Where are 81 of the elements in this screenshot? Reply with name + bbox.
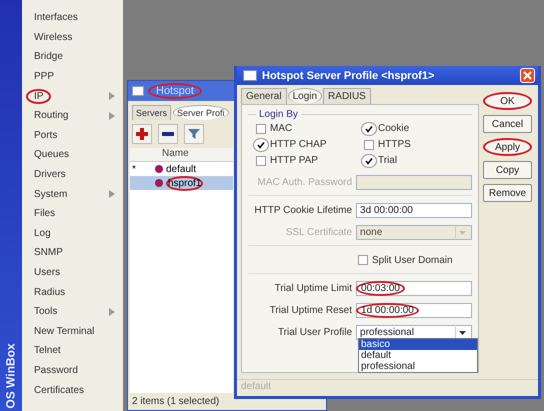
checkbox[interactable] (361, 154, 377, 168)
checkbox[interactable] (253, 138, 269, 152)
remove-icon[interactable] (158, 124, 178, 144)
status-text: 2 items (1 selected) (131, 395, 220, 409)
check-icon (365, 124, 373, 132)
checkbox-label: Cookie (378, 123, 410, 134)
window-icon (132, 86, 144, 96)
menu-item[interactable]: Ports (32, 130, 60, 141)
checkbox[interactable] (364, 140, 374, 150)
check-icon (257, 140, 265, 148)
tab[interactable]: Server Profi (173, 105, 229, 120)
window-title: Hotspot (148, 83, 202, 99)
field-label: Trial Uptime Limit (274, 282, 352, 294)
table-cell: default (166, 164, 196, 174)
menu-item[interactable]: Tools (32, 306, 60, 318)
checkbox-label: HTTPS (378, 139, 411, 150)
field-value: 1d 00:00:00 (356, 302, 419, 318)
field-label: MAC Auth. Password (256, 176, 352, 188)
menu-item[interactable]: Bridge (32, 51, 65, 62)
menu-item[interactable]: Users (32, 267, 62, 278)
menu-item[interactable]: SNMP (32, 247, 65, 258)
checkbox[interactable] (358, 255, 368, 265)
field-label: Trial Uptime Reset (268, 304, 352, 316)
checkbox-label: Split User Domain (372, 254, 453, 266)
checkbox[interactable] (256, 124, 266, 134)
dropdown-option[interactable]: basico (359, 339, 477, 350)
menu-item[interactable]: Wireless (32, 32, 74, 43)
tab[interactable]: RADIUS (323, 88, 371, 104)
dialog-button[interactable]: Apply (483, 138, 532, 156)
window-icon (243, 70, 257, 81)
field-value: 00:03:00 (356, 280, 405, 296)
row-marker-text: * (132, 164, 137, 174)
add-icon[interactable] (132, 124, 152, 144)
menu-item[interactable]: Interfaces (32, 12, 80, 24)
dropdown[interactable]: professional (356, 324, 472, 340)
column-header: Name (161, 148, 189, 161)
dialog-button[interactable]: Cancel (483, 115, 532, 133)
checkbox-label: HTTP CHAP (270, 139, 326, 150)
menu-item[interactable]: Drivers (32, 169, 68, 180)
menu-item[interactable]: Routing (32, 110, 70, 122)
table-row[interactable]: hsprof1 (130, 176, 233, 190)
field-label: HTTP Cookie Lifetime (253, 204, 352, 216)
dropdown-arrow-icon[interactable] (458, 328, 466, 336)
input-field[interactable]: 1d 00:00:00 (356, 302, 472, 318)
status-text: default (237, 379, 538, 396)
tab[interactable]: General (241, 88, 287, 104)
close-button[interactable] (520, 68, 535, 83)
field-label: Trial User Profile (276, 326, 352, 338)
table-cell: hsprof1 (166, 176, 204, 190)
filter-icon[interactable] (184, 124, 204, 144)
menu-item[interactable]: Queues (32, 149, 72, 160)
input-field[interactable]: 00:03:00 (356, 280, 472, 296)
tab[interactable]: Login (288, 88, 322, 104)
check-icon (365, 156, 373, 164)
menu-item[interactable]: Log (32, 228, 53, 239)
menu-item[interactable]: Telnet (32, 345, 63, 356)
menu-item[interactable]: PPP (32, 71, 56, 82)
checkbox-label: MAC (270, 123, 292, 134)
menu-item[interactable]: New Terminal (32, 326, 96, 337)
checkbox-label: Trial (378, 155, 398, 166)
group-title: Login By (258, 109, 299, 120)
menu-item[interactable]: Radius (32, 286, 68, 298)
menu-item[interactable]: Files (32, 208, 58, 220)
dialog-button[interactable]: Copy (483, 161, 532, 179)
app-brand-text: OS WinBox (4, 343, 18, 409)
menu-item[interactable]: Password (32, 364, 80, 376)
checkbox[interactable] (256, 156, 266, 166)
dialog-button[interactable]: OK (483, 92, 532, 110)
menu-item[interactable]: IP (26, 88, 52, 104)
menu-item[interactable]: Certificates (32, 384, 86, 396)
input-field[interactable]: 3d 00:00:00 (356, 202, 472, 218)
checkbox-label: HTTP PAP (270, 155, 318, 166)
dialog-button[interactable]: Remove (483, 184, 532, 202)
tab[interactable]: Servers (132, 105, 172, 120)
checkbox[interactable] (361, 122, 377, 136)
field-label: SSL Certificate (284, 226, 352, 238)
table-row[interactable]: * default (130, 162, 233, 176)
dropdown-option[interactable]: professional (359, 361, 477, 372)
dropdown-option[interactable]: default (359, 350, 477, 361)
menu-item[interactable]: System (32, 188, 70, 200)
dialog-title: Hotspot Server Profile <hsprof1> (262, 70, 436, 82)
